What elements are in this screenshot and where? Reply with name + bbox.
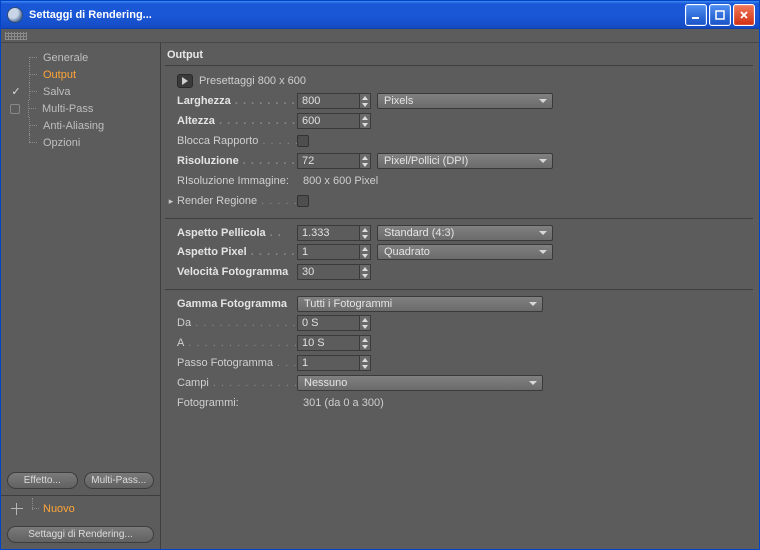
framerange-select[interactable]: Tutti i Fotogrammi: [297, 296, 543, 312]
pixaspect-label: Aspetto Pixel: [177, 246, 247, 258]
sidebar: Generale Output ✓ Salva Multi-Pass Anti-…: [1, 43, 161, 549]
sidebar-item-antialiasing[interactable]: Anti-Aliasing: [5, 117, 156, 134]
lockratio-checkbox[interactable]: [297, 135, 309, 147]
toolbar-grip[interactable]: [1, 29, 759, 43]
spinner-icon[interactable]: [359, 244, 371, 260]
check-icon[interactable]: [10, 104, 20, 114]
sidebar-item-label: Generale: [41, 52, 88, 64]
width-unit-select[interactable]: Pixels: [377, 93, 553, 109]
spinner-icon[interactable]: [359, 153, 371, 169]
renderregion-label: Render Regione: [177, 195, 257, 207]
height-label: Altezza: [177, 115, 215, 127]
filmaspect-select[interactable]: Standard (4:3): [377, 225, 553, 241]
sidebar-item-label: Output: [41, 69, 76, 81]
render-settings-window: Settaggi di Rendering... Generale Output: [0, 0, 760, 550]
sidebar-item-label: Salva: [41, 86, 71, 98]
filmaspect-field[interactable]: 1.333: [297, 225, 371, 241]
spinner-icon[interactable]: [359, 335, 371, 351]
settings-panel: Output Presettaggi 800 x 600 Larghezza .…: [161, 43, 759, 549]
renderregion-checkbox[interactable]: [297, 195, 309, 207]
multipass-button[interactable]: Multi-Pass...: [84, 472, 155, 489]
titlebar[interactable]: Settaggi di Rendering...: [1, 1, 759, 29]
to-value[interactable]: 10 S: [297, 335, 359, 351]
render-settings-button[interactable]: Settaggi di Rendering...: [7, 526, 154, 543]
fps-field[interactable]: 30: [297, 264, 371, 280]
filmaspect-value[interactable]: 1.333: [297, 225, 359, 241]
target-icon: [11, 503, 23, 515]
resolution-value[interactable]: 72: [297, 153, 359, 169]
spinner-icon[interactable]: [359, 225, 371, 241]
to-field[interactable]: 10 S: [297, 335, 371, 351]
step-value[interactable]: 1: [297, 355, 359, 371]
fps-value[interactable]: 30: [297, 264, 359, 280]
tree-branch-icon: [29, 502, 41, 516]
sidebar-item-label: Multi-Pass: [40, 103, 93, 115]
resolution-field[interactable]: 72: [297, 153, 371, 169]
pixaspect-value[interactable]: 1: [297, 244, 359, 260]
new-preset-row[interactable]: Nuovo: [1, 500, 160, 522]
lockratio-label: Blocca Rapporto: [177, 135, 258, 147]
sidebar-item-multipass[interactable]: Multi-Pass: [5, 100, 156, 117]
sidebar-item-label: Anti-Aliasing: [41, 120, 104, 132]
step-label: Passo Fotogramma: [177, 357, 273, 369]
fps-label: Velocità Fotogramma: [177, 266, 288, 278]
spinner-icon[interactable]: [359, 355, 371, 371]
from-label: Da: [177, 317, 191, 329]
maximize-button[interactable]: [709, 4, 731, 26]
effect-button[interactable]: Effetto...: [7, 472, 78, 489]
width-field[interactable]: 800: [297, 93, 371, 109]
sidebar-item-generale[interactable]: Generale: [5, 49, 156, 66]
pixaspect-select[interactable]: Quadrato: [377, 244, 553, 260]
expand-icon[interactable]: ▸: [165, 196, 177, 207]
resolution-unit-select[interactable]: Pixel/Pollici (DPI): [377, 153, 553, 169]
check-icon[interactable]: ✓: [9, 85, 23, 98]
minimize-button[interactable]: [685, 4, 707, 26]
imgres-value: 800 x 600 Pixel: [303, 175, 378, 187]
new-label: Nuovo: [43, 503, 75, 515]
sidebar-item-opzioni[interactable]: Opzioni: [5, 134, 156, 151]
framerange-label: Gamma Fotogramma: [177, 298, 287, 310]
width-value[interactable]: 800: [297, 93, 359, 109]
preset-label: Presettaggi 800 x 600: [199, 75, 306, 87]
preset-play-icon[interactable]: [177, 74, 193, 88]
spinner-icon[interactable]: [359, 315, 371, 331]
from-value[interactable]: 0 S: [297, 315, 359, 331]
frames-value: 301 (da 0 a 300): [303, 397, 384, 409]
from-field[interactable]: 0 S: [297, 315, 371, 331]
spinner-icon[interactable]: [359, 113, 371, 129]
height-field[interactable]: 600: [297, 113, 371, 129]
imgres-label: RIsoluzione Immagine:: [177, 175, 289, 187]
sidebar-item-output[interactable]: Output: [5, 66, 156, 83]
resolution-label: Risoluzione: [177, 155, 239, 167]
app-icon: [7, 7, 23, 23]
fields-select[interactable]: Nessuno: [297, 375, 543, 391]
sidebar-item-salva[interactable]: ✓ Salva: [5, 83, 156, 100]
panel-title: Output: [165, 47, 753, 66]
settings-tree: Generale Output ✓ Salva Multi-Pass Anti-…: [1, 43, 160, 468]
pixaspect-field[interactable]: 1: [297, 244, 371, 260]
sidebar-item-label: Opzioni: [41, 137, 80, 149]
width-label: Larghezza: [177, 95, 231, 107]
step-field[interactable]: 1: [297, 355, 371, 371]
filmaspect-label: Aspetto Pellicola: [177, 227, 266, 239]
window-title: Settaggi di Rendering...: [29, 9, 152, 21]
spinner-icon[interactable]: [359, 93, 371, 109]
close-button[interactable]: [733, 4, 755, 26]
fields-label: Campi: [177, 377, 209, 389]
spinner-icon[interactable]: [359, 264, 371, 280]
frames-label: Fotogrammi:: [177, 397, 239, 409]
height-value[interactable]: 600: [297, 113, 359, 129]
